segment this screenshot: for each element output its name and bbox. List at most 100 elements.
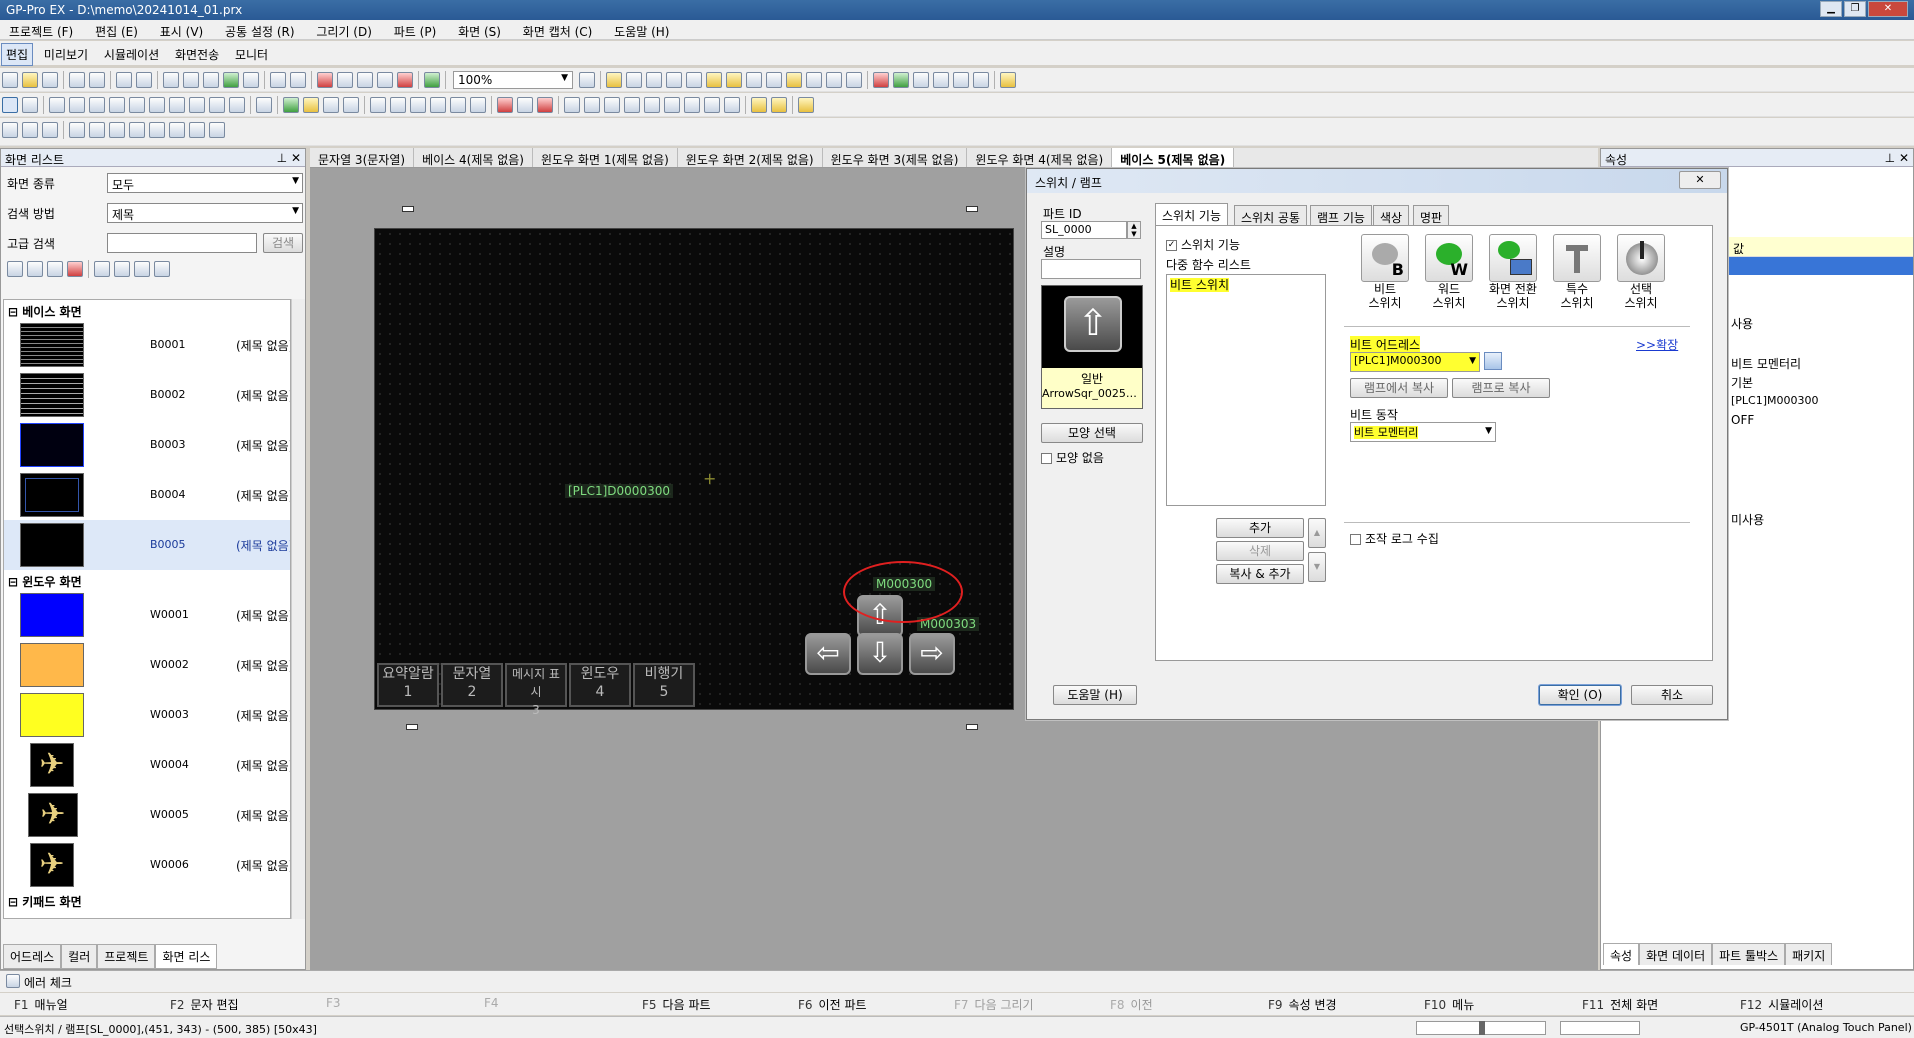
duplicate-icon[interactable] [377, 72, 393, 88]
tab-screen-list[interactable]: 화면 리스 [155, 944, 218, 969]
tab-address[interactable]: 어드레스 [3, 944, 62, 969]
tab-properties[interactable]: 속성 [1603, 943, 1640, 965]
fkey-f1[interactable]: F1 매뉴얼 [14, 996, 68, 1013]
new-screen-icon[interactable] [7, 261, 23, 277]
paste-screen-icon[interactable] [47, 261, 63, 277]
tab-project[interactable]: 프로젝트 [97, 944, 156, 969]
mode-monitor-button[interactable]: 모니터 [230, 43, 273, 66]
history-icon[interactable] [564, 97, 580, 113]
back-icon[interactable] [209, 122, 225, 138]
move-icon[interactable] [470, 97, 486, 113]
canvas-resize-handle[interactable] [966, 206, 978, 212]
print-icon[interactable] [69, 72, 85, 88]
doc-tab-string3[interactable]: 문자열 3(문자열) [310, 148, 415, 167]
mode-transfer-button[interactable]: 화면전송 [170, 43, 224, 66]
polygon-tool-icon[interactable] [169, 97, 185, 113]
undo-icon[interactable] [270, 72, 286, 88]
keypad-part-icon[interactable] [604, 97, 620, 113]
bulb-icon[interactable] [771, 97, 787, 113]
print-part-icon[interactable] [724, 97, 740, 113]
bit-action-select[interactable]: 비트 모멘터리 ▼ [1350, 422, 1496, 442]
move-down-button[interactable]: ▼ [1308, 552, 1326, 582]
selector-switch-type[interactable]: 선택 스위치 [1610, 234, 1672, 310]
mode-preview-button[interactable]: 미리보기 [39, 43, 93, 66]
switch-function-checkbox[interactable]: ✓ 스위치 기능 [1166, 236, 1240, 253]
property-value[interactable]: 미사용 [1731, 511, 1764, 528]
settings-icon[interactable] [826, 72, 842, 88]
screen-change-switch-type[interactable]: 화면 전환 스위치 [1482, 234, 1544, 310]
function-list[interactable]: 비트 스위치 [1166, 274, 1326, 506]
fkey-f6[interactable]: F6 이전 파트 [798, 996, 867, 1013]
sampling-icon[interactable] [893, 72, 909, 88]
no-shape-checkbox[interactable]: 모양 없음 [1041, 449, 1104, 466]
search-replace-icon[interactable] [686, 72, 702, 88]
delete-screen-icon[interactable] [67, 261, 83, 277]
hand-icon[interactable] [751, 97, 767, 113]
property-value[interactable]: OFF [1731, 413, 1754, 427]
group-keypad-screens[interactable]: ⊟ 키패드 화면 [4, 890, 290, 910]
nav-button-4[interactable]: 윈도우 4 [569, 663, 631, 707]
message-display-icon[interactable] [343, 97, 359, 113]
trend-graph-icon[interactable] [410, 97, 426, 113]
zoom-icon[interactable] [579, 72, 595, 88]
fkey-f9[interactable]: F9 속성 변경 [1268, 996, 1337, 1013]
polyline-tool-icon[interactable] [89, 97, 105, 113]
align-top-icon[interactable] [22, 122, 38, 138]
screen-type-select[interactable]: 모두 ▼ [107, 173, 303, 193]
fkey-f11[interactable]: F11 전체 화면 [1582, 996, 1658, 1013]
list-item-b0001[interactable]: B0001 (제목 없음) [4, 320, 290, 370]
canvas-resize-handle[interactable] [402, 206, 414, 212]
keypad-icon[interactable] [203, 72, 219, 88]
address-picker-icon[interactable] [1484, 352, 1502, 370]
delete-button[interactable]: 삭제 [1216, 541, 1304, 561]
line-tool-icon[interactable] [69, 97, 85, 113]
operation-log-checkbox[interactable]: 조작 로그 수집 [1350, 530, 1439, 547]
copy-from-lamp-button[interactable]: 램프에서 복사 [1350, 378, 1448, 398]
transfer-icon[interactable] [116, 72, 132, 88]
dialog-close-button[interactable]: ✕ [1679, 171, 1721, 189]
fkey-f7[interactable]: F7 다음 그리기 [954, 996, 1034, 1013]
tab-label[interactable]: 명판 [1413, 205, 1450, 225]
window-part-icon[interactable] [537, 97, 553, 113]
copy-add-button[interactable]: 복사 & 추가 [1216, 564, 1304, 584]
zoom-select[interactable]: 100% ▼ [453, 71, 573, 89]
info-icon[interactable] [726, 72, 742, 88]
fkey-f4[interactable]: F4 [484, 996, 505, 1010]
fkey-f12[interactable]: F12 시뮬레이션 [1740, 996, 1823, 1013]
menu-draw[interactable]: 그리기 (D) [307, 20, 381, 43]
tab-color[interactable]: 색상 [1373, 205, 1410, 225]
align-center-icon[interactable] [42, 122, 58, 138]
fkey-f3[interactable]: F3 [326, 996, 347, 1010]
nav-button-2[interactable]: 문자열 2 [441, 663, 503, 707]
paste-icon[interactable] [357, 72, 373, 88]
pdf-icon[interactable] [684, 97, 700, 113]
redo-icon[interactable] [290, 72, 306, 88]
image-tool-icon[interactable] [229, 97, 245, 113]
pencil-icon[interactable] [1000, 72, 1016, 88]
tag-icon[interactable] [766, 72, 782, 88]
group-icon[interactable] [149, 122, 165, 138]
pin-icon[interactable]: ⊥ ✕ [277, 151, 301, 165]
grid-icon[interactable] [370, 97, 386, 113]
list-item-b0003[interactable]: B0003 (제목 없음) [4, 420, 290, 470]
text-tool-icon[interactable] [22, 97, 38, 113]
expand-link[interactable]: >>확장 [1636, 336, 1678, 353]
arrow-left-switch[interactable]: ⇦ [805, 633, 851, 675]
list-item-w0004[interactable]: ✈ W0004 (제목 없음) [4, 740, 290, 790]
rectangle-tool-icon[interactable] [109, 97, 125, 113]
tab-screen-data[interactable]: 화면 데이터 [1639, 943, 1713, 965]
group-window-screens[interactable]: ⊟ 윈도우 화면 [4, 570, 290, 590]
select-arrow-icon[interactable] [2, 97, 18, 113]
new-icon[interactable] [2, 72, 18, 88]
arrow-right-switch[interactable]: ⇨ [909, 633, 955, 675]
image-icon[interactable] [846, 72, 862, 88]
menu-common-settings[interactable]: 공통 설정 (R) [216, 20, 304, 43]
scale-tool-icon[interactable] [209, 97, 225, 113]
doc-tab-base4[interactable]: 베이스 4(제목 없음) [414, 148, 533, 167]
rotate-icon[interactable] [109, 122, 125, 138]
doc-tab-window4[interactable]: 윈도우 화면 4(제목 없음) [967, 148, 1113, 167]
memo-icon[interactable] [664, 97, 680, 113]
word-switch-type[interactable]: W 워드 스위치 [1418, 234, 1480, 310]
network-icon[interactable] [746, 72, 762, 88]
tab-lamp-function[interactable]: 램프 기능 [1310, 205, 1372, 225]
